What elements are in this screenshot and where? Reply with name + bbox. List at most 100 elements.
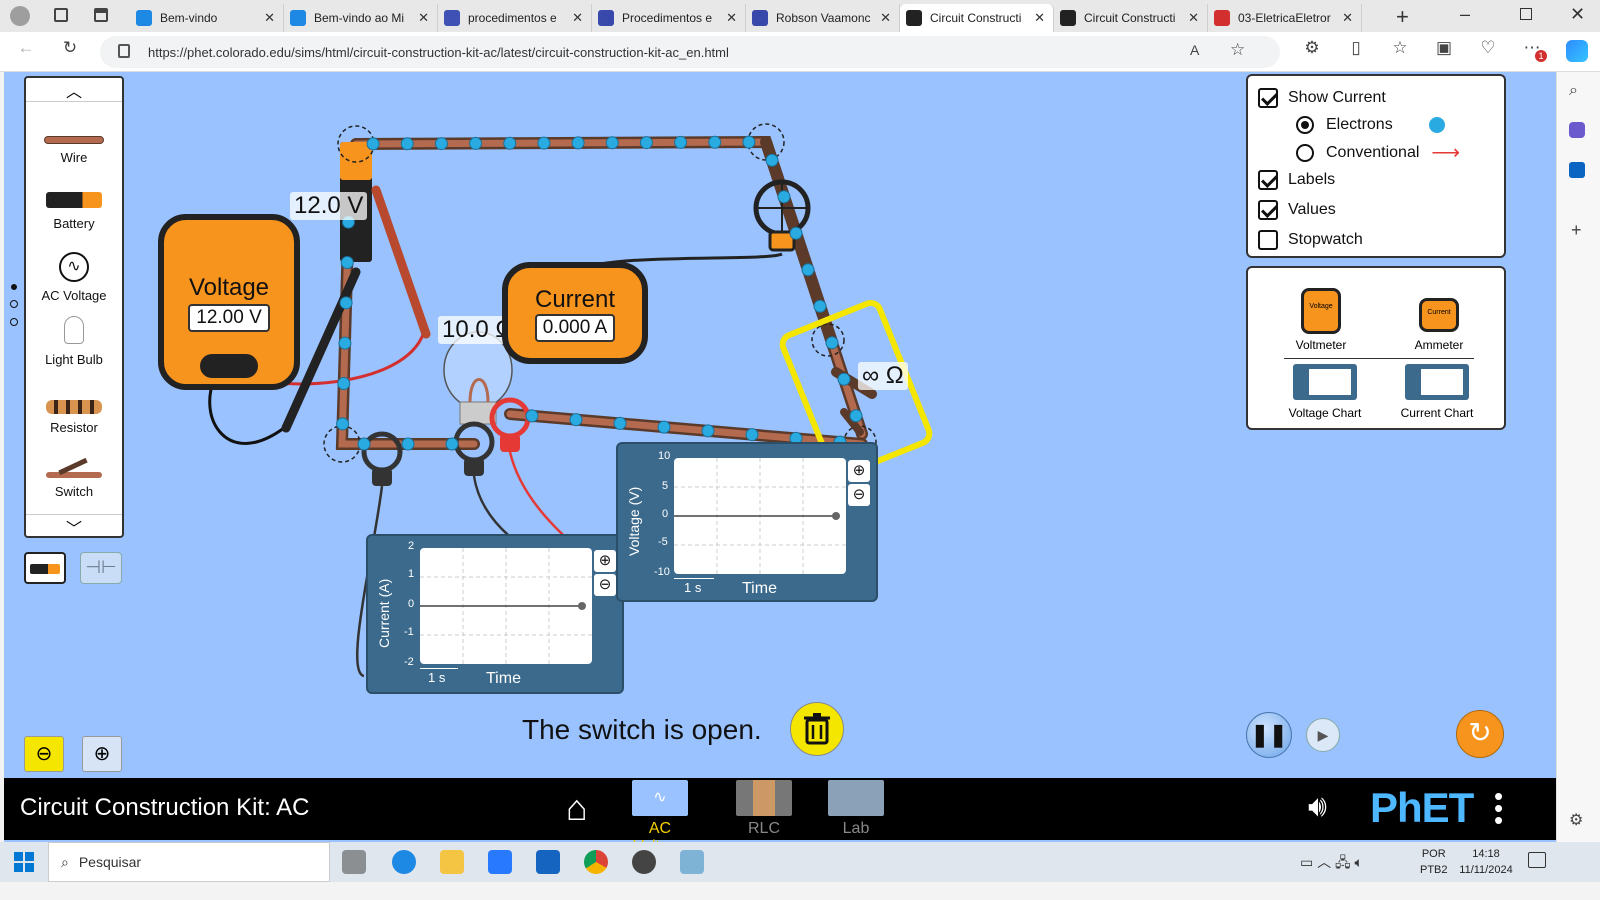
extensions-icon[interactable]: ⚙ (1300, 38, 1324, 58)
zoom-in-icon[interactable]: ⊕ (848, 460, 870, 482)
conventional-radio[interactable]: Conventional ⟶ (1296, 140, 1460, 165)
screen-rlc[interactable]: RLC (734, 780, 794, 838)
zoom-out-icon[interactable]: ⊖ (594, 574, 616, 596)
labels-checkbox[interactable]: Labels (1258, 170, 1335, 190)
sound-icon[interactable]: 🔊︎ (1308, 790, 1327, 824)
stopwatch-checkbox[interactable]: Stopwatch (1258, 230, 1363, 250)
carousel-page-dot[interactable] (11, 284, 17, 290)
app-taskbar-icon[interactable] (680, 850, 704, 874)
browser-tab[interactable]: Procedimentos e ✕ (592, 4, 746, 32)
screen-lab[interactable]: Lab (826, 780, 886, 838)
favorite-star-icon[interactable]: ☆ (1230, 40, 1245, 60)
toolbox-item-resistor[interactable]: Resistor (26, 400, 122, 435)
carousel-page-dot[interactable] (10, 318, 18, 326)
read-aloud-icon[interactable]: A (1190, 42, 1199, 58)
clock[interactable]: 14:18 11/11/2024 (1456, 846, 1516, 878)
profile-icon[interactable] (10, 6, 30, 26)
workspaces-icon[interactable] (54, 8, 68, 22)
home-button[interactable]: ⌂ (566, 790, 588, 826)
close-tab-icon[interactable]: ✕ (418, 10, 429, 26)
carousel-page-dot[interactable] (10, 300, 18, 308)
browser-tab[interactable]: Circuit Constructi ✕ (1054, 4, 1208, 32)
split-screen-icon[interactable]: ▯ (1344, 38, 1368, 58)
voltmeter-mini-icon: Voltage (1301, 288, 1341, 334)
notifications-icon[interactable] (1528, 852, 1546, 868)
toolbox-item-battery[interactable]: Battery (26, 192, 122, 231)
show-current-checkbox[interactable]: Show Current (1258, 88, 1386, 108)
ammeter[interactable]: Current 0.000 A (502, 262, 648, 364)
search-icon[interactable]: ⌕ (1569, 82, 1578, 100)
current-chart-tool[interactable]: Current Chart (1390, 364, 1484, 420)
tab-actions-icon[interactable] (94, 8, 108, 22)
browser-tab[interactable]: 03-EletricaEletror ✕ (1208, 4, 1362, 32)
copilot-icon[interactable] (1566, 40, 1588, 62)
phet-logo[interactable]: PhET (1370, 784, 1474, 832)
tray-icons[interactable]: ▭ ︿ 🖧 🔈︎ (1300, 852, 1363, 876)
toolbox-item-wire[interactable]: Wire (26, 136, 122, 165)
zoom-out-button[interactable]: ⊖ (24, 736, 64, 772)
zoom-out-icon[interactable]: ⊖ (848, 484, 870, 506)
pause-button[interactable]: ❚❚ (1246, 712, 1292, 758)
schematic-view-button[interactable]: ⊣⊢ (80, 552, 122, 584)
light-bulb-icon (64, 316, 84, 344)
close-tab-icon[interactable]: ✕ (880, 10, 891, 26)
chrome-icon[interactable] (584, 850, 608, 874)
values-checkbox[interactable]: Values (1258, 200, 1336, 220)
task-view-icon[interactable] (342, 850, 366, 874)
electron-icon (1428, 117, 1445, 133)
voltmeter-tool[interactable]: Voltage Voltmeter (1276, 282, 1366, 352)
browser-tab[interactable]: Bem-vindo ✕ (130, 4, 284, 32)
back-icon[interactable]: ← (14, 38, 38, 58)
file-explorer-icon[interactable] (440, 850, 464, 874)
close-tab-icon[interactable]: ✕ (572, 10, 583, 26)
refresh-icon[interactable]: ↻ (58, 38, 82, 58)
settings-icon[interactable]: ⚙ (1569, 810, 1583, 830)
new-tab-button[interactable]: + (1396, 4, 1409, 30)
close-tab-icon[interactable]: ✕ (1188, 10, 1199, 26)
settings-taskbar-icon[interactable] (632, 850, 656, 874)
voltmeter[interactable]: Voltage 12.00 V (158, 214, 300, 390)
ammeter-tool[interactable]: Current Ammeter (1394, 282, 1484, 352)
maximize-button[interactable] (1520, 8, 1532, 20)
electrons-radio[interactable]: Electrons (1296, 116, 1445, 134)
close-tab-icon[interactable]: ✕ (1034, 10, 1045, 26)
browser-tab[interactable]: Bem-vindo ao Mi ✕ (284, 4, 438, 32)
toolbox-scroll-down-icon[interactable]: ﹀ (26, 514, 122, 538)
phet-menu-icon[interactable]: • • • (1494, 783, 1503, 833)
close-tab-icon[interactable]: ✕ (264, 10, 275, 26)
current-chart[interactable]: Current (A) 2 1 0 -1 -2 1 s Time ⊕ ⊖ (366, 534, 624, 694)
keyboard-language[interactable]: POR PTB2 (1420, 846, 1448, 878)
toolbox-scroll-up-icon[interactable]: ︿ (26, 78, 122, 102)
minimize-button[interactable]: – (1460, 4, 1470, 25)
zoom-in-icon[interactable]: ⊕ (594, 550, 616, 572)
step-forward-button[interactable]: ▶ (1306, 718, 1340, 752)
favorites-icon[interactable]: ☆ (1388, 38, 1412, 58)
voltage-chart-tool[interactable]: Voltage Chart (1278, 364, 1372, 420)
copilot-sidebar-icon[interactable] (1569, 122, 1585, 138)
voltage-chart[interactable]: Voltage (V) 10 5 0 -5 -10 1 s Time ⊕ ⊖ (616, 442, 878, 602)
toolbox-item-light-bulb[interactable]: Light Bulb (26, 316, 122, 367)
browser-tab[interactable]: procedimentos e ✕ (438, 4, 592, 32)
mail-icon[interactable] (536, 850, 560, 874)
lifelike-view-button[interactable] (24, 552, 66, 584)
browser-essentials-icon[interactable]: ♡ (1476, 38, 1500, 58)
reset-all-button[interactable]: ↻ (1456, 710, 1504, 758)
toolbox-item-switch[interactable]: Switch (26, 457, 122, 499)
delete-button[interactable] (790, 702, 844, 756)
edge-taskbar-icon[interactable] (392, 850, 416, 874)
close-window-button[interactable]: ✕ (1570, 4, 1585, 25)
outlook-icon[interactable] (1569, 162, 1585, 178)
browser-tab[interactable]: Robson Vaamonc ✕ (746, 4, 900, 32)
close-tab-icon[interactable]: ✕ (726, 10, 737, 26)
toolbox-item-ac-voltage[interactable]: ∿ AC Voltage (26, 252, 122, 303)
windows-start-icon[interactable] (14, 852, 34, 872)
store-icon[interactable] (488, 850, 512, 874)
zoom-in-button[interactable]: ⊕ (82, 736, 122, 772)
url-field[interactable]: https://phet.colorado.edu/sims/html/circ… (100, 36, 1280, 68)
collections-icon[interactable]: ▣ (1432, 38, 1456, 58)
browser-tab-active[interactable]: Circuit Constructi ✕ (900, 4, 1054, 32)
add-sidebar-icon[interactable]: + (1571, 220, 1582, 241)
simulation-canvas[interactable]: 12.0 V 10.0 Ω ∞ Ω Voltage 12.00 V Curren… (4, 72, 1556, 858)
taskbar-search[interactable]: ⌕ Pesquisar (48, 842, 330, 882)
close-tab-icon[interactable]: ✕ (1342, 10, 1353, 26)
